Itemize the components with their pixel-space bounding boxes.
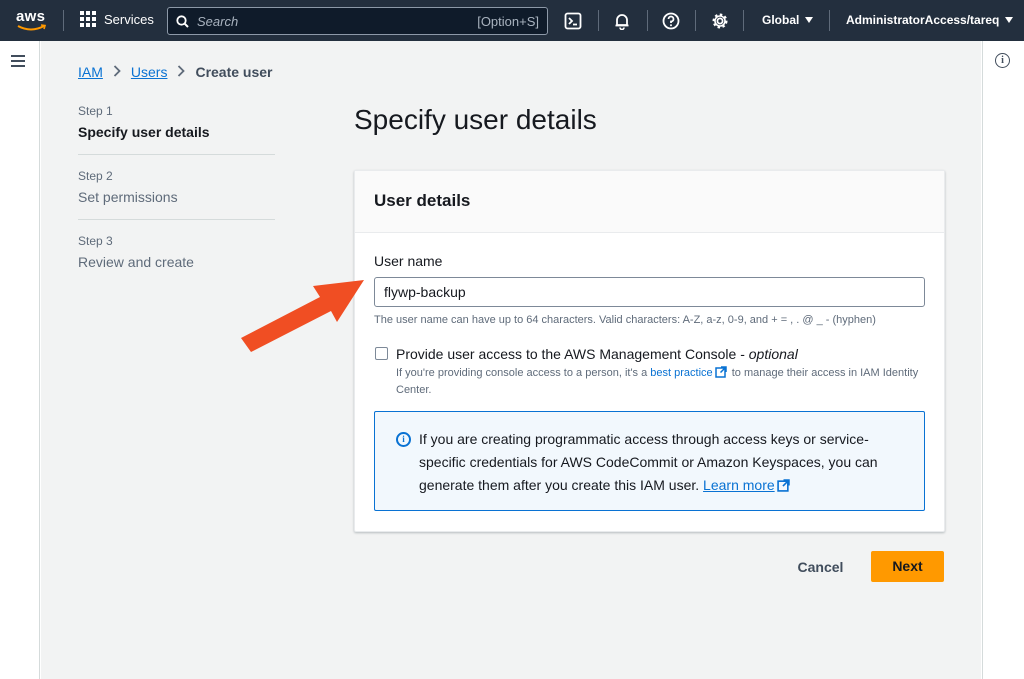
info-panel-icon[interactable]: i [995, 53, 1010, 68]
help-icon[interactable] [661, 11, 680, 30]
divider [63, 10, 64, 31]
external-link-icon [714, 366, 727, 383]
wizard-steps: Step 1 Specify user details Step 2 Set p… [78, 104, 275, 298]
info-icon: i [396, 432, 411, 447]
divider [647, 10, 648, 31]
console-access-desc-before: If you're providing console access to a … [396, 367, 651, 379]
user-name-label: User name [374, 253, 443, 269]
region-label: Global [762, 13, 800, 27]
best-practice-link[interactable]: best practice [650, 367, 712, 379]
chevron-right-icon [113, 64, 121, 80]
breadcrumb: IAM Users Create user [78, 64, 273, 80]
services-label: Services [104, 11, 154, 27]
console-access-label-text: Provide user access to the AWS Managemen… [396, 346, 749, 362]
divider [829, 10, 830, 31]
page-title: Specify user details [354, 104, 597, 135]
account-menu[interactable]: AdministratorAccess/tareq [846, 13, 1014, 27]
step-number: Step 2 [78, 169, 113, 183]
cancel-button[interactable]: Cancel [783, 552, 858, 582]
card-title: User details [355, 171, 944, 233]
services-menu-button[interactable]: Services [80, 11, 154, 27]
chevron-right-icon [177, 64, 186, 80]
top-navigation-bar: aws Services Search [Option+S] Global Ad… [0, 0, 1024, 41]
learn-more-link[interactable]: Learn more [703, 477, 775, 493]
next-button[interactable]: Next [871, 551, 944, 582]
search-shortcut: [Option+S] [477, 13, 539, 29]
step-title: Specify user details [78, 124, 210, 140]
menu-icon[interactable] [11, 55, 25, 70]
bell-icon[interactable] [612, 11, 631, 30]
divider [695, 10, 696, 31]
account-label: AdministratorAccess/tareq [846, 13, 1000, 27]
breadcrumb-iam[interactable]: IAM [78, 64, 103, 80]
cloudshell-icon[interactable] [563, 11, 582, 30]
search-icon [176, 14, 189, 28]
region-selector[interactable]: Global [762, 13, 814, 27]
annotation-arrow [241, 280, 364, 352]
step-title: Review and create [78, 254, 194, 270]
search-placeholder: Search [197, 13, 239, 29]
optional-tag: optional [748, 346, 798, 362]
wizard-step-1[interactable]: Step 1 Specify user details [78, 104, 275, 155]
user-details-card: User details User name The user name can… [354, 170, 945, 532]
step-title: Set permissions [78, 189, 178, 205]
wizard-step-2: Step 2 Set permissions [78, 169, 275, 220]
user-name-input[interactable] [374, 277, 925, 307]
breadcrumb-users[interactable]: Users [131, 64, 168, 80]
external-link-icon [776, 476, 790, 499]
aws-logo[interactable]: aws [14, 7, 50, 35]
grid-icon [80, 11, 96, 27]
console-access-description: If you're providing console access to a … [396, 366, 926, 398]
gear-icon[interactable] [710, 11, 729, 30]
console-access-checkbox[interactable] [375, 347, 388, 360]
step-number: Step 1 [78, 104, 113, 118]
user-name-hint: The user name can have up to 64 characte… [374, 314, 876, 326]
info-alert: i If you are creating programmatic acces… [374, 411, 925, 511]
search-input[interactable]: Search [Option+S] [167, 7, 548, 35]
step-number: Step 3 [78, 234, 113, 248]
divider [598, 10, 599, 31]
side-navigation-rail [0, 41, 40, 679]
aws-logo-text: aws [16, 8, 46, 25]
divider [743, 10, 744, 31]
caret-down-icon [805, 17, 814, 23]
tools-panel-rail [982, 41, 1024, 679]
info-alert-text: If you are creating programmatic access … [419, 431, 878, 493]
breadcrumb-current: Create user [195, 64, 273, 80]
caret-down-icon [1005, 17, 1014, 23]
aws-smile-icon [17, 24, 47, 31]
console-access-label[interactable]: Provide user access to the AWS Managemen… [396, 346, 798, 362]
